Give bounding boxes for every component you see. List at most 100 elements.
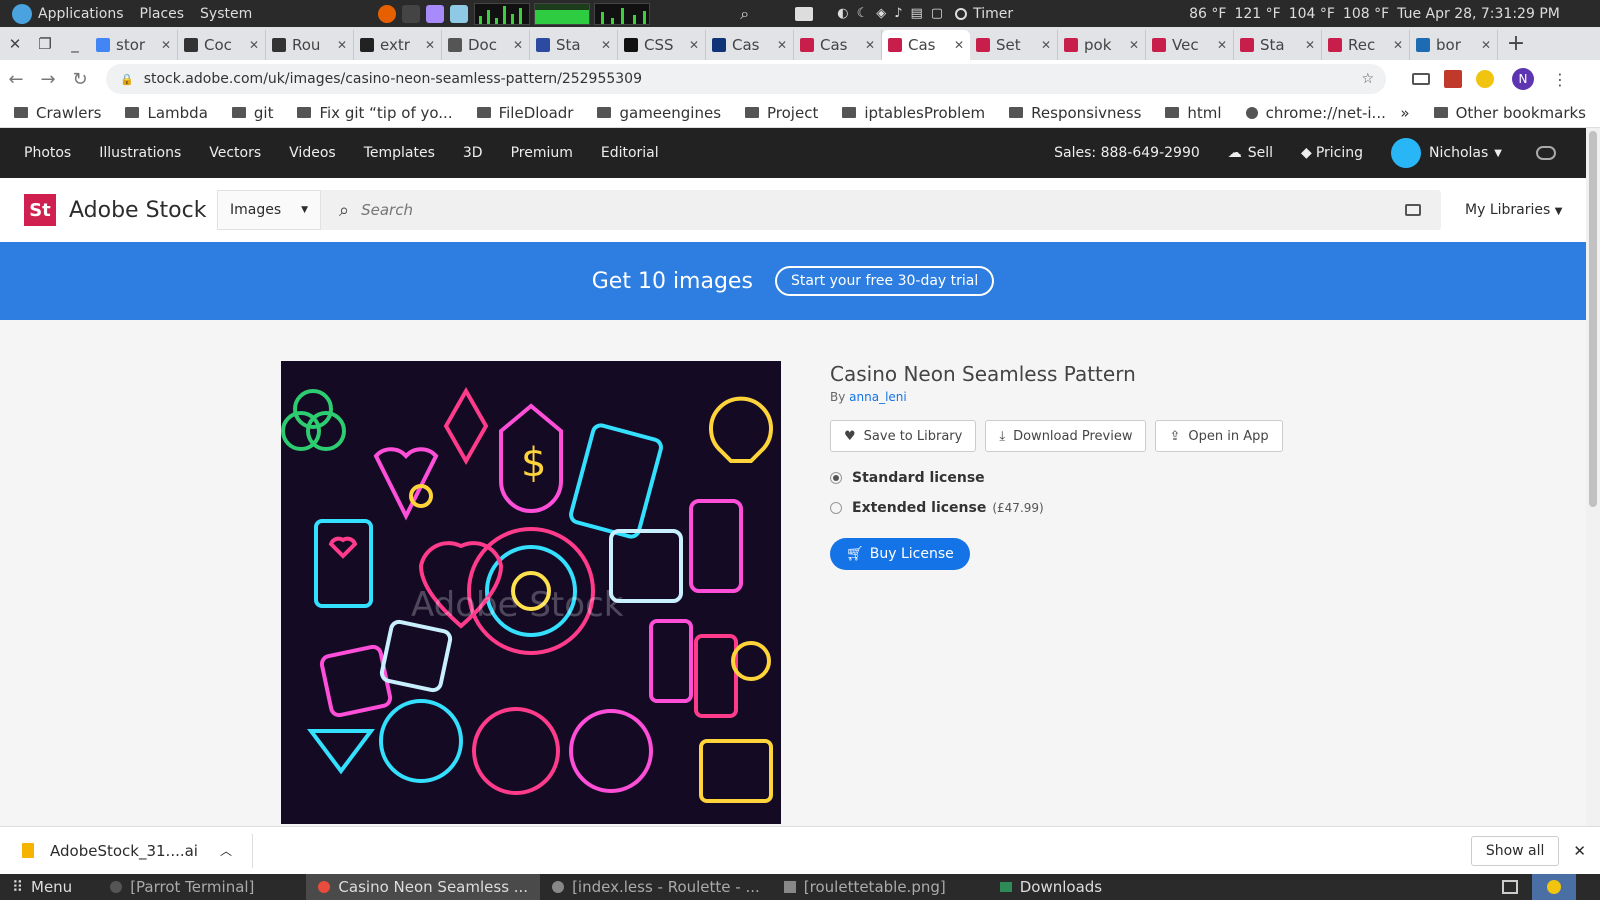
browser-tab[interactable]: Vec ✕ [1146,30,1234,60]
taskbar-window-image[interactable]: [roulettetable.png] [772,874,958,900]
browser-tab[interactable]: Coc ✕ [178,30,266,60]
workspace-icon[interactable] [1502,880,1518,894]
download-preview-button[interactable]: ⤓ Download Preview [985,420,1147,452]
nav-editorial[interactable]: Editorial [587,145,673,161]
browser-menu-icon[interactable]: ⋮ [1552,70,1568,89]
menu-system[interactable]: System [200,6,252,22]
terminal-icon[interactable] [402,4,421,23]
close-tab-icon[interactable]: ✕ [425,38,435,52]
cast-icon[interactable] [1412,73,1430,85]
restore-window-icon[interactable]: ❐ [30,35,60,53]
show-all-button[interactable]: Show all [1470,835,1560,866]
nav-templates[interactable]: Templates [350,145,449,161]
reload-icon[interactable]: ↻ [64,69,96,90]
pricing-link[interactable]: ◆ Pricing [1287,145,1377,161]
author-link[interactable]: anna_leni [849,390,907,404]
user-menu[interactable]: Nicholas ▼ [1377,138,1516,168]
taskbar-window-chrome[interactable]: Casino Neon Seamless ... [306,874,541,900]
app-icon[interactable] [426,4,445,23]
browser-tab[interactable]: Rou ✕ [266,30,354,60]
bookmark-iptables[interactable]: iptablesProblem [828,104,995,122]
browser-tab[interactable]: stor ✕ [90,30,178,60]
bookmark-fix-git[interactable]: Fix git “tip of yo... [283,104,462,122]
sell-link[interactable]: ☁ Sell [1214,145,1287,161]
close-tab-icon[interactable]: ✕ [865,38,875,52]
extended-license-option[interactable]: Extended license (£47.99) [830,500,1330,516]
browser-tab[interactable]: extr ✕ [354,30,442,60]
url-field[interactable]: 🔒 stock.adobe.com/uk/images/casino-neon-… [106,64,1386,94]
page-scrollbar[interactable] [1586,128,1600,826]
close-tab-icon[interactable]: ✕ [777,38,787,52]
bookmark-chrome-net[interactable]: chrome://net-i... [1232,104,1396,122]
browser-tab[interactable]: Rec ✕ [1322,30,1410,60]
bookmark-other[interactable]: Other bookmarks [1420,104,1600,122]
close-tab-icon[interactable]: ✕ [601,38,611,52]
chrome-launcher-icon[interactable] [1532,874,1576,900]
browser-tab[interactable]: Cas ✕ [706,30,794,60]
scrollbar-thumb[interactable] [1589,131,1597,507]
parrot-logo-icon[interactable] [12,3,32,24]
browser-tab[interactable]: pok ✕ [1058,30,1146,60]
bookmark-html[interactable]: html [1151,104,1231,122]
bookmark-project[interactable]: Project [731,104,828,122]
bookmark-star-icon[interactable]: ☆ [1361,71,1374,87]
standard-license-radio[interactable] [830,472,842,484]
brand-name[interactable]: Adobe Stock [69,198,215,223]
close-tab-icon[interactable]: ✕ [161,38,171,52]
menu-places[interactable]: Places [140,6,185,22]
close-tab-icon[interactable]: ✕ [1393,38,1403,52]
asset-type-select[interactable]: Images ▼ [217,190,321,230]
asset-preview-image[interactable]: $ Adobe Stock [281,361,781,824]
profile-avatar[interactable]: N [1512,68,1534,90]
more-bookmarks-icon[interactable]: » [1400,104,1409,122]
save-to-library-button[interactable]: ♥ Save to Library [830,420,977,452]
close-download-bar-icon[interactable]: ✕ [1573,842,1586,860]
my-libraries-button[interactable]: My Libraries ▼ [1465,202,1562,218]
nav-illustrations[interactable]: Illustrations [85,145,195,161]
nav-videos[interactable]: Videos [275,145,350,161]
nav-premium[interactable]: Premium [497,145,587,161]
browser-tab[interactable]: Doc ✕ [442,30,530,60]
buy-license-button[interactable]: 🛒︎ Buy License [830,538,970,570]
close-window-icon[interactable]: ✕ [0,35,30,53]
browser-tab[interactable]: Sta ✕ [530,30,618,60]
open-in-app-button[interactable]: ⇪ Open in App [1155,420,1283,452]
timer-label[interactable]: Timer [973,6,1013,22]
bookmark-git[interactable]: git [218,104,284,122]
clock[interactable]: Tue Apr 28, 7:31:29 PM [1397,6,1560,22]
taskbar-window-editor[interactable]: [index.less - Roulette - ... [540,874,772,900]
menu-applications[interactable]: Applications [38,6,124,22]
forward-icon[interactable]: → [32,69,64,90]
camera-icon[interactable] [1405,204,1421,216]
extension-icon[interactable] [1444,70,1462,88]
close-tab-icon[interactable]: ✕ [1217,38,1227,52]
nav-vectors[interactable]: Vectors [195,145,275,161]
display-icon[interactable] [795,6,814,21]
bookmark-filedloadr[interactable]: FileDloadr [463,104,584,122]
browser-tab[interactable]: Cas ✕ [882,30,970,60]
taskbar-window-terminal[interactable]: [Parrot Terminal] [98,874,266,900]
browser-tab[interactable]: Sta ✕ [1234,30,1322,60]
nav-photos[interactable]: Photos [10,145,85,161]
search-input[interactable] [361,201,1405,219]
close-tab-icon[interactable]: ✕ [513,38,523,52]
close-tab-icon[interactable]: ✕ [1305,38,1315,52]
minimize-window-icon[interactable]: _ [60,35,90,53]
close-tab-icon[interactable]: ✕ [1129,38,1139,52]
taskbar-menu[interactable]: ⠿ Menu [0,874,84,900]
extended-license-radio[interactable] [830,502,842,514]
download-item[interactable]: AdobeStock_31....ai [50,842,198,860]
download-options-icon[interactable]: ︿ [220,842,232,859]
free-trial-button[interactable]: Start your free 30-day trial [774,266,995,296]
creative-cloud-icon[interactable] [1536,146,1556,160]
close-tab-icon[interactable]: ✕ [954,38,964,52]
browser-tab[interactable]: CSS ✕ [618,30,706,60]
firefox-icon[interactable] [378,4,397,23]
search-icon[interactable]: ⌕ [740,4,749,24]
notes-icon[interactable] [450,4,469,23]
back-icon[interactable]: ← [0,69,32,90]
bookmark-gameengines[interactable]: gameengines [583,104,731,122]
close-tab-icon[interactable]: ✕ [249,38,259,52]
browser-tab[interactable]: bor ✕ [1410,30,1498,60]
close-tab-icon[interactable]: ✕ [1481,38,1491,52]
